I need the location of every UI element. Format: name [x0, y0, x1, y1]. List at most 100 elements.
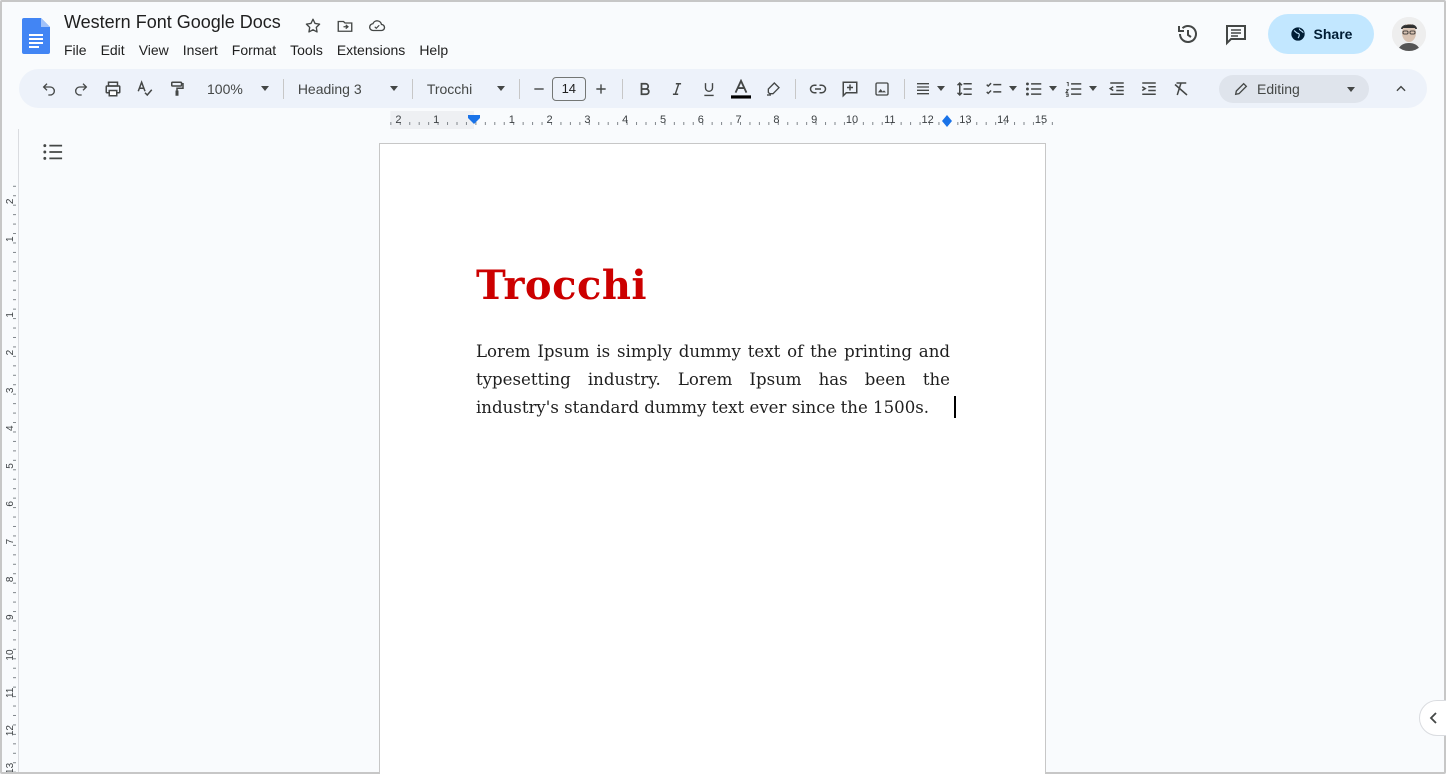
document-heading[interactable]: Trocchi — [476, 262, 647, 309]
italic-icon[interactable] — [661, 75, 693, 103]
ruler-label: 5 — [660, 114, 666, 126]
ruler-label: 5 — [5, 463, 16, 469]
menu-help[interactable]: Help — [412, 40, 455, 60]
menu-view[interactable]: View — [132, 40, 176, 60]
ruler-label: 3 — [584, 114, 590, 126]
chevron-down-icon — [1008, 86, 1017, 91]
version-history-icon[interactable] — [1168, 14, 1208, 54]
divider — [903, 78, 905, 99]
align-select[interactable] — [911, 75, 949, 103]
font-value: Trocchi — [426, 80, 473, 97]
clear-formatting-icon[interactable] — [1165, 75, 1197, 103]
ruler-label: 7 — [5, 538, 16, 544]
move-to-folder-icon[interactable] — [334, 15, 356, 37]
horizontal-ruler[interactable]: 2 1 1 2 3 4 5 6 7 8 9 10 11 12 13 14 15 — [19, 111, 1427, 129]
checklist-icon — [986, 82, 1002, 94]
chevron-down-icon — [389, 86, 398, 91]
chevron-down-icon — [1088, 86, 1097, 91]
undo-icon[interactable] — [33, 75, 65, 103]
ruler-label: 1 — [5, 236, 16, 242]
increase-indent-icon[interactable] — [1133, 75, 1165, 103]
ruler-label: 4 — [5, 425, 16, 431]
redo-icon[interactable] — [65, 75, 97, 103]
chevron-left-icon — [1429, 712, 1437, 724]
ruler-label: 11 — [884, 114, 895, 126]
ruler-label: 1 — [433, 114, 439, 126]
insert-link-icon[interactable] — [802, 75, 834, 103]
ruler-label: 11 — [5, 687, 16, 698]
pencil-icon — [1234, 82, 1248, 96]
editing-mode-label: Editing — [1257, 81, 1300, 97]
document-title[interactable]: Western Font Google Docs — [64, 12, 281, 33]
chevron-down-icon — [1347, 87, 1355, 92]
font-select[interactable]: Trocchi — [419, 75, 513, 103]
font-size-input[interactable]: 14 — [551, 76, 586, 101]
document-page[interactable]: Trocchi Lorem Ipsum is simply dummy text… — [379, 143, 1046, 774]
highlight-color-icon[interactable] — [757, 75, 789, 103]
divider — [518, 78, 520, 99]
ruler-label: 2 — [5, 198, 16, 204]
bulleted-list-icon — [1025, 81, 1042, 96]
chevron-down-icon — [496, 86, 505, 91]
cloud-saved-icon[interactable] — [366, 15, 388, 37]
ruler-label: 2 — [5, 349, 16, 355]
paint-format-icon[interactable] — [161, 75, 193, 103]
ruler-label: 9 — [811, 114, 817, 126]
ruler-label: 9 — [5, 614, 16, 620]
spellcheck-icon[interactable] — [129, 75, 161, 103]
underline-icon[interactable] — [693, 75, 725, 103]
star-icon[interactable] — [302, 15, 324, 37]
docs-logo-icon[interactable] — [22, 18, 50, 54]
collapse-menus-icon[interactable] — [1387, 75, 1415, 103]
ruler-label: 10 — [5, 649, 16, 661]
increase-font-size-icon[interactable] — [586, 75, 616, 103]
ruler-label: 8 — [5, 576, 16, 582]
decrease-indent-icon[interactable] — [1101, 75, 1133, 103]
menu-edit[interactable]: Edit — [94, 40, 132, 60]
vertical-ruler[interactable]: 211234567891011121314 — [2, 129, 19, 772]
style-select[interactable]: Heading 3 — [290, 75, 406, 103]
ruler-label: 6 — [5, 501, 16, 507]
ruler-label: 15 — [1035, 114, 1047, 126]
align-left-icon — [916, 82, 929, 94]
ruler-label: 2 — [547, 114, 553, 126]
comments-icon[interactable] — [1216, 14, 1256, 54]
print-icon[interactable] — [97, 75, 129, 103]
insert-image-icon[interactable] — [866, 75, 898, 103]
menu-file[interactable]: File — [57, 40, 94, 60]
checklist-select[interactable] — [981, 75, 1021, 103]
add-comment-icon[interactable] — [834, 75, 866, 103]
menu-bar: File Edit View Insert Format Tools Extensions H… — [57, 40, 455, 60]
ruler-label: 6 — [698, 114, 704, 126]
ruler-label: 4 — [622, 114, 628, 126]
ruler-label: 7 — [736, 114, 742, 126]
bold-icon[interactable] — [629, 75, 661, 103]
editing-mode-select[interactable]: Editing — [1219, 75, 1369, 103]
numbered-list-select[interactable] — [1061, 75, 1101, 103]
ruler-label: 14 — [997, 114, 1009, 126]
ruler-label: 13 — [959, 114, 971, 126]
line-spacing-icon[interactable] — [949, 75, 981, 103]
menu-insert[interactable]: Insert — [176, 40, 225, 60]
menu-tools[interactable]: Tools — [283, 40, 330, 60]
chevron-down-icon — [936, 86, 945, 91]
avatar[interactable] — [1392, 17, 1426, 51]
document-body[interactable]: Lorem Ipsum is simply dummy text of the … — [476, 338, 950, 422]
divider — [282, 78, 284, 99]
ruler-label: 3 — [5, 387, 16, 393]
ruler-label: 1 — [5, 312, 16, 318]
zoom-select[interactable]: 100% — [199, 75, 277, 103]
ruler-label: 2 — [395, 114, 401, 126]
ruler-label: 10 — [846, 114, 858, 126]
body-paragraph[interactable]: Lorem Ipsum is simply dummy text of the … — [476, 342, 950, 417]
share-button[interactable]: Share — [1268, 14, 1374, 54]
bulleted-list-select[interactable] — [1021, 75, 1061, 103]
ruler-label: 12 — [921, 114, 933, 126]
menu-extensions[interactable]: Extensions — [330, 40, 412, 60]
document-outline-icon[interactable] — [42, 142, 66, 164]
divider — [411, 78, 413, 99]
text-color-icon[interactable] — [725, 75, 757, 103]
decrease-font-size-icon[interactable] — [526, 75, 552, 103]
zoom-value: 100% — [207, 80, 243, 97]
menu-format[interactable]: Format — [225, 40, 283, 60]
